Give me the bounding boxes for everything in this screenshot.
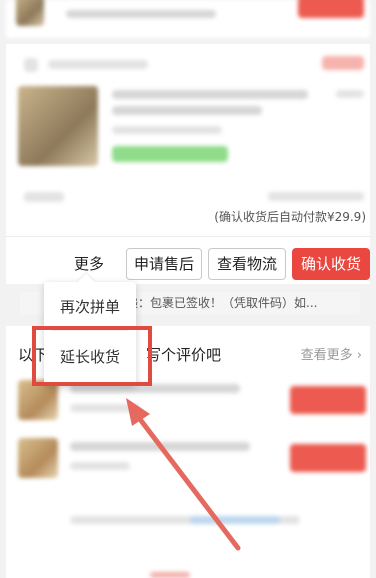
review-item-title-placeholder-2 xyxy=(70,442,250,451)
confirm-receipt-button[interactable]: 确认收货 xyxy=(292,248,370,280)
review-item-thumbnail-2 xyxy=(18,438,58,478)
reviews-title-right: 写个评价吧 xyxy=(146,346,222,364)
see-more-label: 查看更多 xyxy=(300,348,353,363)
order-status-placeholder xyxy=(322,56,364,70)
highlight-box xyxy=(32,326,152,386)
review-item-button-2[interactable] xyxy=(290,444,366,472)
review-item-thumbnail xyxy=(18,380,58,420)
product-spec-placeholder xyxy=(112,126,222,134)
review-item-sub-placeholder xyxy=(70,404,140,412)
review-item-button[interactable] xyxy=(290,386,366,414)
more-button[interactable]: 更多 xyxy=(74,248,104,280)
see-more-link[interactable]: 查看更多 › xyxy=(301,344,362,363)
view-logistics-button[interactable]: 查看物流 xyxy=(208,248,286,280)
auto-pay-note: (确认收货后自动付款¥29.9) xyxy=(214,210,366,224)
footer-link-placeholder xyxy=(190,516,280,524)
order-summary-placeholder xyxy=(24,192,64,202)
chevron-right-icon: › xyxy=(356,348,362,363)
product-image xyxy=(18,86,98,166)
price-placeholder xyxy=(336,90,364,98)
product-thumbnail xyxy=(16,0,44,26)
after-sale-button[interactable]: 申请售后 xyxy=(126,248,202,280)
product-title-placeholder xyxy=(112,90,308,99)
action-button-placeholder[interactable] xyxy=(298,0,364,18)
review-item-sub-placeholder-2 xyxy=(70,462,130,470)
menu-item-reorder[interactable]: 再次拼单 xyxy=(44,296,136,317)
bottom-badge xyxy=(150,572,190,578)
shop-icon xyxy=(24,58,38,72)
divider xyxy=(6,236,370,237)
previous-order-card xyxy=(6,0,370,38)
promo-badge xyxy=(112,146,228,162)
total-placeholder xyxy=(268,192,364,201)
product-title-placeholder-2 xyxy=(112,106,262,115)
shop-name-placeholder xyxy=(48,60,148,69)
product-title-placeholder xyxy=(66,10,216,18)
